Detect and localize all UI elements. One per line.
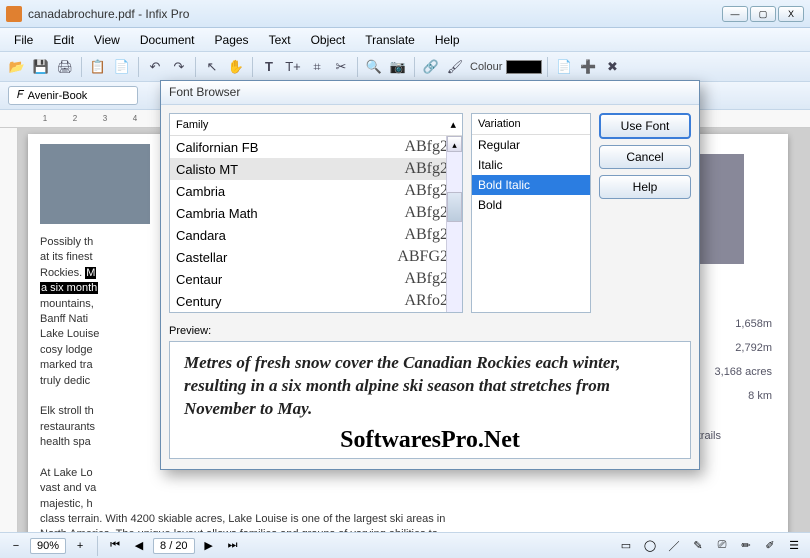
preview-label: Preview: — [169, 325, 691, 337]
colour-label: Colour — [470, 61, 502, 73]
brush-icon[interactable]: 🖌 — [444, 56, 466, 78]
variation-item[interactable]: Bold — [472, 195, 590, 215]
last-page-icon[interactable]: ⏭ — [223, 536, 243, 556]
menu-edit[interactable]: Edit — [43, 30, 84, 50]
redo-icon[interactable]: ↷ — [168, 56, 190, 78]
open-icon[interactable]: 📂 — [6, 56, 28, 78]
line-tool-icon[interactable]: ／ — [664, 536, 684, 556]
pen-tool-icon[interactable]: ✎ — [688, 536, 708, 556]
hyperlink-icon[interactable]: 🔗 — [420, 56, 442, 78]
variation-item[interactable]: Italic — [472, 155, 590, 175]
menu-file[interactable]: File — [4, 30, 43, 50]
family-row: CambriaABfg27 — [170, 180, 462, 202]
main-toolbar: 📂 💾 🖨 📋 📄 ↶ ↷ ↖ ✋ T T+ ⌗ ✂ 🔍 📷 🔗 🖌 Colou… — [0, 52, 810, 82]
sort-icon[interactable]: ▴ — [450, 118, 456, 131]
family-label: Family — [176, 119, 208, 131]
next-page-icon[interactable]: ▶ — [199, 536, 219, 556]
page-add-icon[interactable]: 📄 — [553, 56, 575, 78]
zoom-out-icon[interactable]: − — [6, 536, 26, 556]
close-button[interactable]: X — [778, 6, 804, 22]
family-list-box: Family ▴ Californian FBABfg27 Calisto MTA… — [169, 113, 463, 313]
paste-icon[interactable]: 📄 — [111, 56, 133, 78]
link-icon[interactable]: ✂ — [330, 56, 352, 78]
statusbar: − 90% + ⏮ ◀ 8 / 20 ▶ ⏭ ▭ ◯ ／ ✎ ⎚ ✏ ✐ ☰ — [0, 532, 810, 558]
family-row: Californian FBABfg27 — [170, 136, 462, 158]
hand-icon[interactable]: ✋ — [225, 56, 247, 78]
print-icon[interactable]: 🖨 — [54, 56, 76, 78]
page-field[interactable]: 8 / 20 — [153, 538, 195, 554]
text-plus-icon[interactable]: T+ — [282, 56, 304, 78]
preview-text: Metres of fresh snow cover the Canadian … — [184, 352, 676, 421]
dialog-title: Font Browser — [161, 81, 699, 105]
menu-text[interactable]: Text — [259, 30, 301, 50]
cancel-button[interactable]: Cancel — [599, 145, 691, 169]
text-tool-icon[interactable]: T — [258, 56, 280, 78]
menu-help[interactable]: Help — [425, 30, 470, 50]
family-row: CentaurABfg27 — [170, 268, 462, 290]
prev-page-icon[interactable]: ◀ — [129, 536, 149, 556]
menu-object[interactable]: Object — [301, 30, 356, 50]
menu-translate[interactable]: Translate — [355, 30, 425, 50]
colour-swatch[interactable] — [506, 60, 542, 74]
family-row: CandaraABfg27 — [170, 224, 462, 246]
font-family-dropdown[interactable]: 𝐹 Avenir-Book — [8, 86, 138, 105]
page-insert-icon[interactable]: ➕ — [577, 56, 599, 78]
variation-item[interactable]: Bold Italic — [472, 175, 590, 195]
note-tool-icon[interactable]: ✐ — [760, 536, 780, 556]
window-title: canadabrochure.pdf - Infix Pro — [28, 7, 722, 21]
menu-pages[interactable]: Pages — [205, 30, 259, 50]
photo-placeholder — [40, 144, 150, 224]
family-list[interactable]: Californian FBABfg27 Calisto MTABfg27 Ca… — [170, 136, 462, 312]
ellipse-tool-icon[interactable]: ◯ — [640, 536, 660, 556]
family-scrollbar[interactable]: ▴ — [446, 136, 462, 312]
draw-tool-icon[interactable]: ✏ — [736, 536, 756, 556]
font-browser-dialog: Font Browser Family ▴ Californian FBABfg2… — [160, 80, 700, 470]
family-row: Calisto MTABfg27 — [170, 158, 462, 180]
family-row: CastellarABFG27 — [170, 246, 462, 268]
first-page-icon[interactable]: ⏮ — [105, 536, 125, 556]
camera-icon[interactable]: 📷 — [387, 56, 409, 78]
variation-list-box: Variation Regular Italic Bold Italic Bol… — [471, 113, 591, 313]
zoom-field[interactable]: 90% — [30, 538, 66, 554]
minimize-button[interactable]: — — [722, 6, 748, 22]
page-delete-icon[interactable]: ✖ — [601, 56, 623, 78]
variation-item[interactable]: Regular — [472, 135, 590, 155]
copy-icon[interactable]: 📋 — [87, 56, 109, 78]
stamp-tool-icon[interactable]: ☰ — [784, 536, 804, 556]
save-icon[interactable]: 💾 — [30, 56, 52, 78]
zoom-in-icon[interactable]: + — [70, 536, 90, 556]
undo-icon[interactable]: ↶ — [144, 56, 166, 78]
use-font-button[interactable]: Use Font — [599, 113, 691, 139]
watermark-text: SoftwaresPro.Net — [184, 427, 676, 454]
help-button[interactable]: Help — [599, 175, 691, 199]
search-icon[interactable]: 🔍 — [363, 56, 385, 78]
crop-icon[interactable]: ⌗ — [306, 56, 328, 78]
variation-label: Variation — [472, 114, 590, 135]
titlebar: canadabrochure.pdf - Infix Pro — ▢ X — [0, 0, 810, 28]
rect-tool-icon[interactable]: ▭ — [616, 536, 636, 556]
family-row: CenturyARfo27 — [170, 290, 462, 312]
menu-view[interactable]: View — [84, 30, 130, 50]
highlight-tool-icon[interactable]: ⎚ — [712, 536, 732, 556]
menubar: File Edit View Document Pages Text Objec… — [0, 28, 810, 52]
app-icon — [6, 6, 22, 22]
pointer-icon[interactable]: ↖ — [201, 56, 223, 78]
preview-box: Metres of fresh snow cover the Canadian … — [169, 341, 691, 459]
family-row: Cambria MathABfg27 — [170, 202, 462, 224]
font-icon: 𝐹 — [17, 89, 24, 102]
vertical-ruler — [0, 128, 18, 532]
font-family-value: Avenir-Book — [28, 90, 88, 102]
menu-document[interactable]: Document — [130, 30, 205, 50]
maximize-button[interactable]: ▢ — [750, 6, 776, 22]
